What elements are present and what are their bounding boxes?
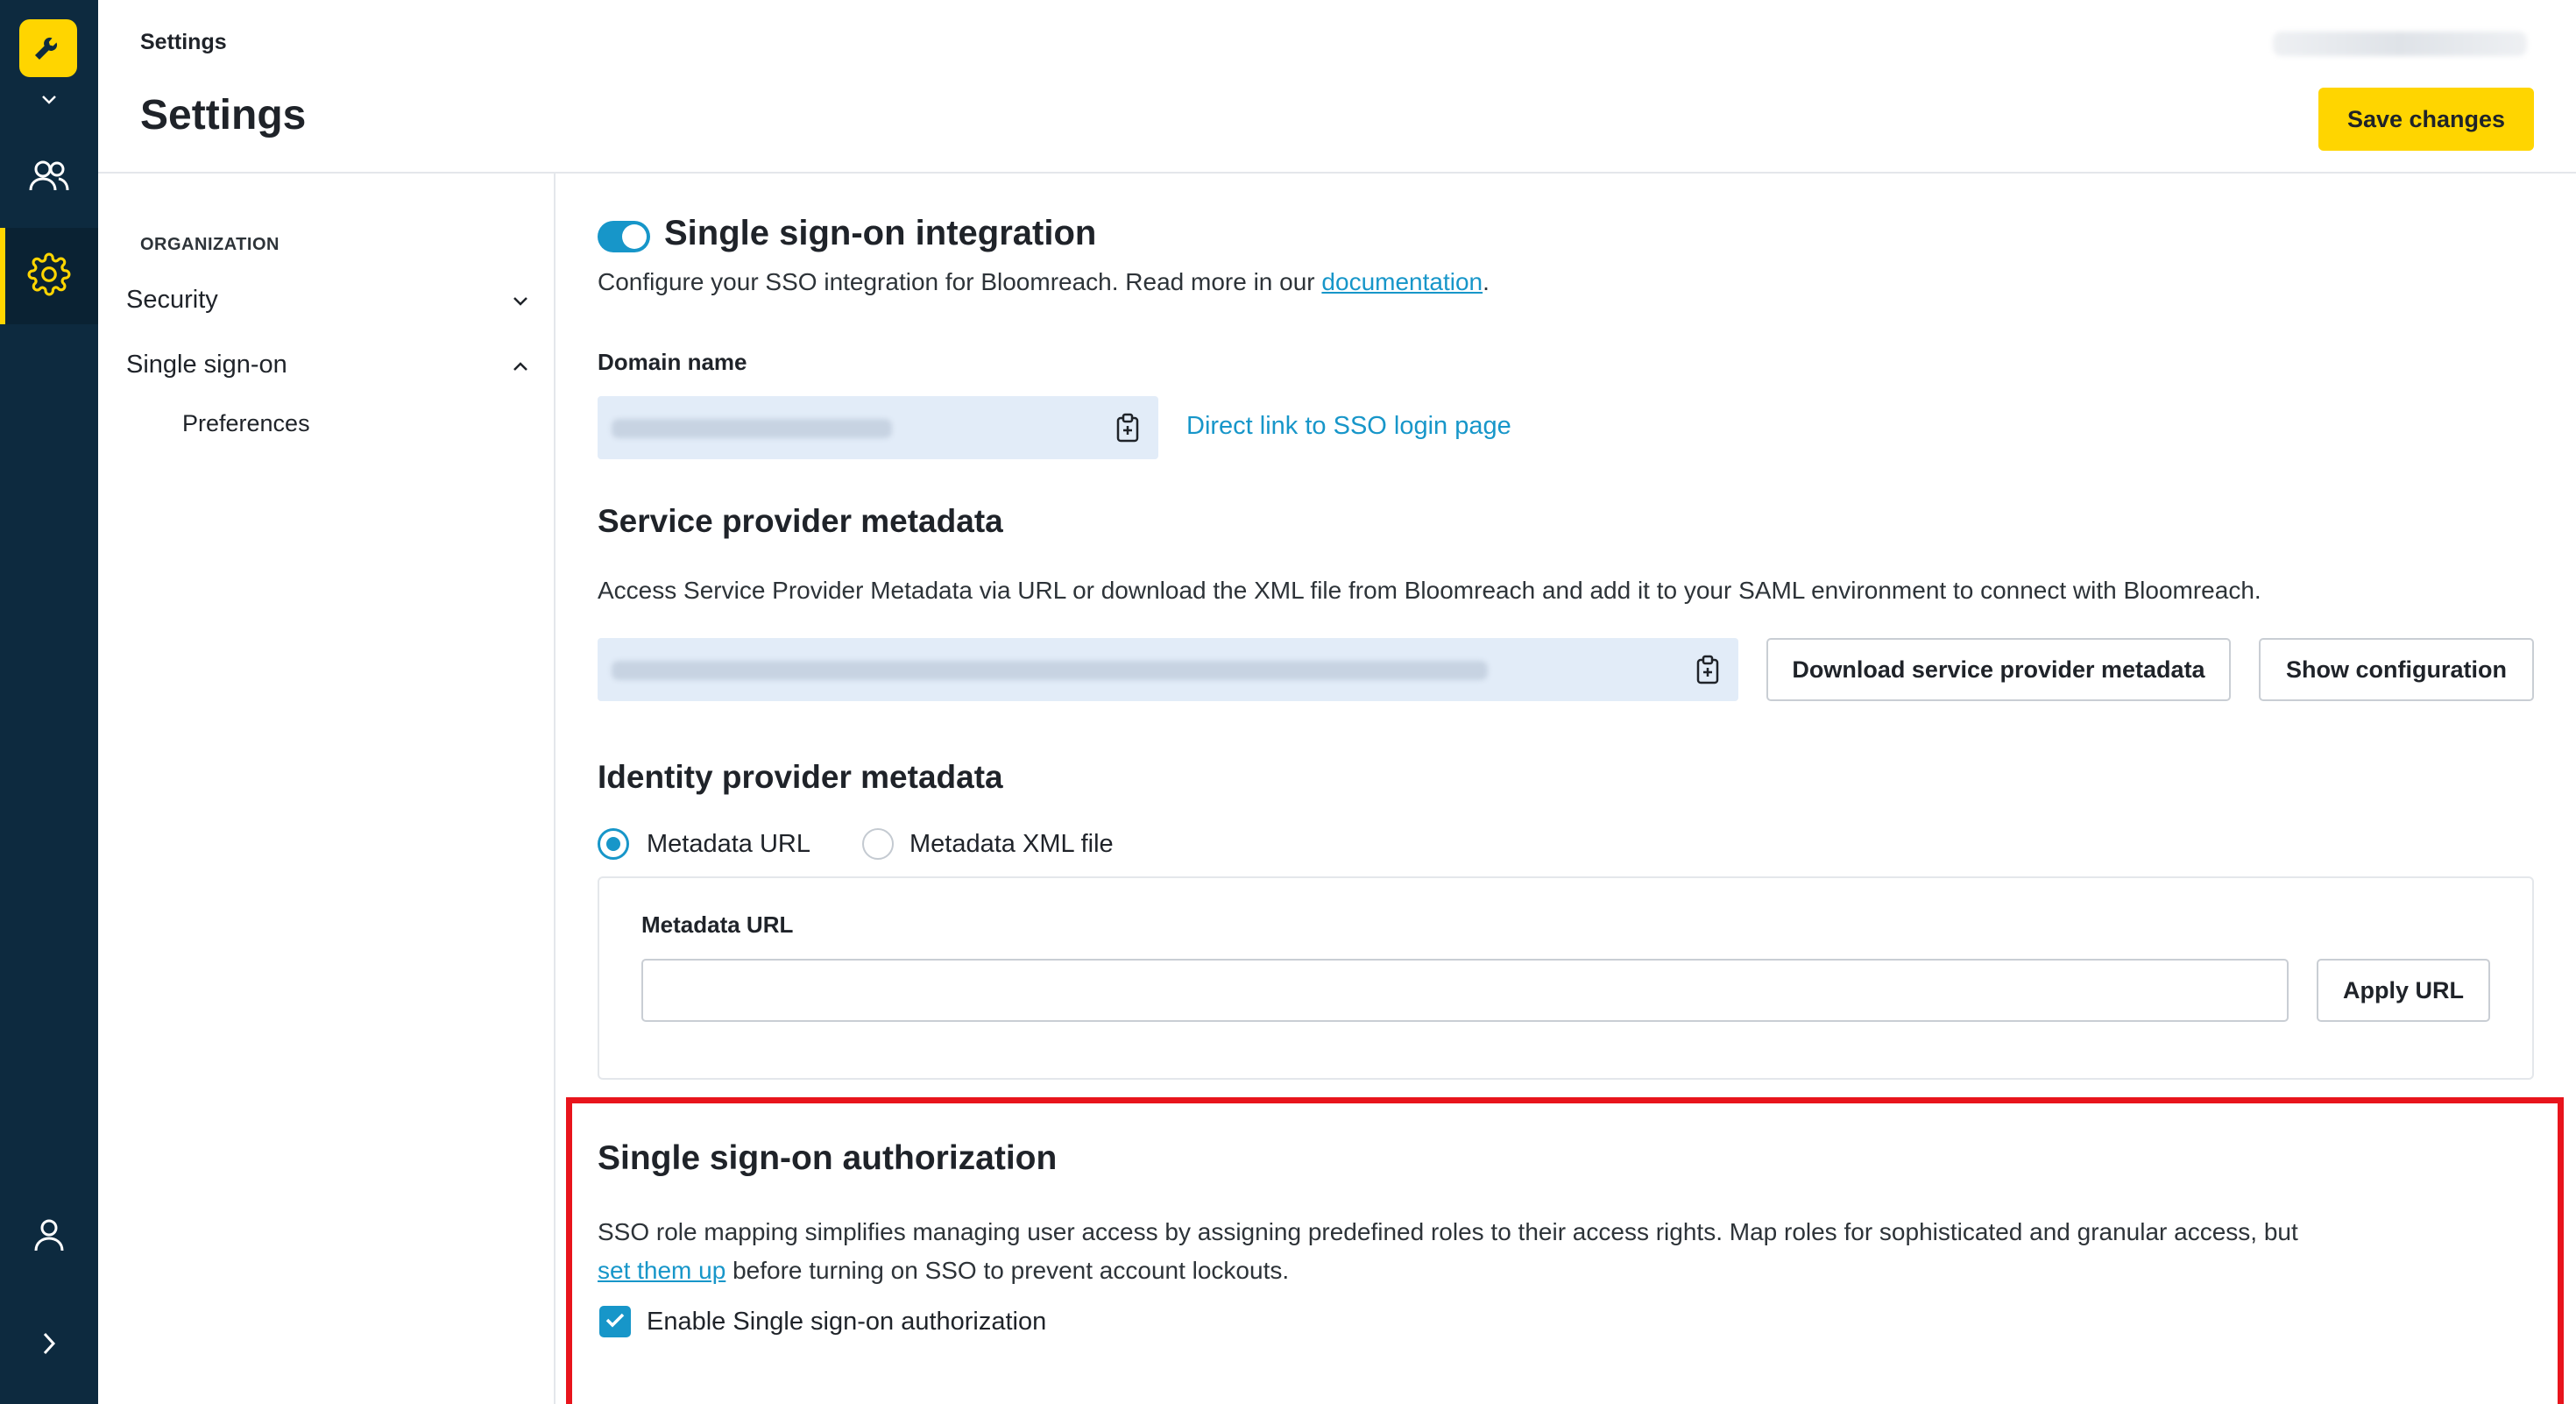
radio-label-metadata-url[interactable]: Metadata URL xyxy=(647,830,810,859)
sso-authorization-title: Single sign-on authorization xyxy=(598,1139,1058,1177)
checkmark-icon xyxy=(605,1311,626,1333)
idp-metadata-title: Identity provider metadata xyxy=(598,759,1003,795)
rail-profile-button[interactable] xyxy=(0,1188,98,1285)
redacted-value xyxy=(612,661,1488,680)
subnav-group-label: ORGANIZATION xyxy=(140,235,280,254)
app-rail xyxy=(0,0,98,1404)
sso-authorization-description: SSO role mapping simplifies managing use… xyxy=(598,1213,2525,1290)
copy-to-clipboard-icon[interactable] xyxy=(1695,655,1721,684)
documentation-link[interactable]: documentation xyxy=(1321,268,1483,295)
copy-to-clipboard-icon[interactable] xyxy=(1115,413,1141,443)
rail-settings-button[interactable] xyxy=(0,228,98,324)
sso-description: Configure your SSO integration for Bloom… xyxy=(598,263,1490,301)
save-changes-button[interactable]: Save changes xyxy=(2318,88,2534,151)
breadcrumb[interactable]: Settings xyxy=(140,30,227,55)
download-sp-metadata-button[interactable]: Download service provider metadata xyxy=(1766,638,2231,701)
chevron-right-icon xyxy=(40,1330,58,1361)
user-icon xyxy=(32,1217,67,1257)
radio-metadata-url[interactable] xyxy=(598,828,629,860)
subnav-item-label: Security xyxy=(126,285,218,314)
gear-icon xyxy=(27,252,71,301)
authorization-description-end: before turning on SSO to prevent account… xyxy=(725,1257,1290,1284)
sso-description-text: Configure your SSO integration for Bloom… xyxy=(598,268,1322,295)
sp-metadata-url-field[interactable] xyxy=(598,638,1738,701)
chevron-up-icon xyxy=(512,351,529,379)
radio-metadata-xml[interactable] xyxy=(862,828,894,860)
users-icon xyxy=(28,159,70,198)
redacted-info xyxy=(2273,32,2527,56)
subnav-item-single-sign-on[interactable]: Single sign-on xyxy=(126,340,529,389)
set-them-up-link[interactable]: set them up xyxy=(598,1257,725,1284)
sso-description-end: . xyxy=(1483,268,1490,295)
chevron-down-icon[interactable] xyxy=(35,89,63,110)
authorization-description-line1: SSO role mapping simplifies managing use… xyxy=(598,1218,2298,1245)
sso-integration-title: Single sign-on integration xyxy=(664,214,1097,252)
rail-expand-button[interactable] xyxy=(0,1297,98,1393)
apply-url-button[interactable]: Apply URL xyxy=(2317,959,2490,1022)
metadata-url-input[interactable] xyxy=(641,959,2289,1022)
sp-metadata-description: Access Service Provider Metadata via URL… xyxy=(598,577,2261,604)
redacted-value xyxy=(612,419,892,438)
app-logo[interactable] xyxy=(19,19,77,77)
metadata-url-label: Metadata URL xyxy=(641,911,794,938)
domain-name-field[interactable] xyxy=(598,396,1158,459)
subnav-item-label: Single sign-on xyxy=(126,350,287,379)
show-configuration-button[interactable]: Show configuration xyxy=(2259,638,2534,701)
enable-sso-authorization-label[interactable]: Enable Single sign-on authorization xyxy=(647,1308,1046,1337)
radio-label-metadata-xml[interactable]: Metadata XML file xyxy=(909,830,1114,859)
sso-enable-toggle[interactable] xyxy=(598,221,650,252)
page-title: Settings xyxy=(140,92,307,138)
rail-users-button[interactable] xyxy=(0,130,98,226)
chevron-down-icon xyxy=(512,286,529,315)
subnav-item-security[interactable]: Security xyxy=(126,275,529,324)
sp-metadata-title: Service provider metadata xyxy=(598,503,1003,539)
domain-name-label: Domain name xyxy=(598,349,747,375)
enable-sso-authorization-checkbox[interactable] xyxy=(599,1306,631,1337)
wrench-icon xyxy=(31,29,66,68)
subnav-item-preferences[interactable]: Preferences xyxy=(182,410,310,437)
direct-sso-login-link[interactable]: Direct link to SSO login page xyxy=(1186,412,1511,441)
settings-subnav: ORGANIZATION Security Single sign-on Pre… xyxy=(98,174,556,1404)
